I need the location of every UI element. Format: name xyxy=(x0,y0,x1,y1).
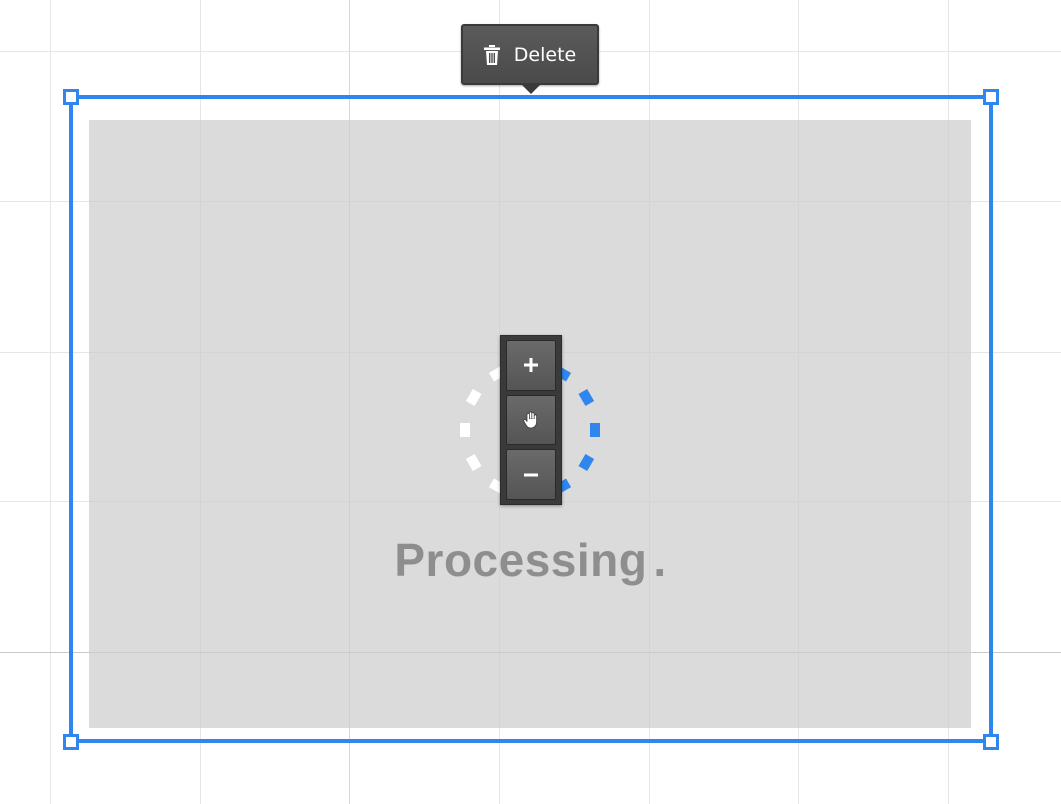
resize-handle-top-right[interactable] xyxy=(983,89,999,105)
delete-tooltip-pointer xyxy=(522,85,540,94)
processing-label: Processing xyxy=(394,534,648,586)
spinner-segment xyxy=(460,423,470,437)
zoom-out-button[interactable] xyxy=(506,449,556,501)
delete-button[interactable]: Delete xyxy=(461,24,599,85)
resize-handle-bottom-right[interactable] xyxy=(983,734,999,750)
processing-status: Processing. xyxy=(0,533,1061,587)
spinner-segment xyxy=(465,453,482,472)
zoom-toolbar xyxy=(500,335,562,505)
hand-icon xyxy=(523,411,537,429)
processing-dots: . xyxy=(653,534,667,586)
spinner-segment xyxy=(578,453,595,472)
trash-icon xyxy=(483,44,500,65)
resize-handle-top-left[interactable] xyxy=(63,89,79,105)
plus-icon xyxy=(524,358,538,373)
spinner-segment xyxy=(578,388,595,407)
resize-handle-bottom-left[interactable] xyxy=(63,734,79,750)
spinner-segment xyxy=(465,388,482,407)
spinner-segment xyxy=(590,423,600,437)
zoom-in-button[interactable] xyxy=(506,340,556,391)
delete-label: Delete xyxy=(513,43,577,66)
pan-button[interactable] xyxy=(506,394,556,446)
minus-icon xyxy=(524,473,538,477)
